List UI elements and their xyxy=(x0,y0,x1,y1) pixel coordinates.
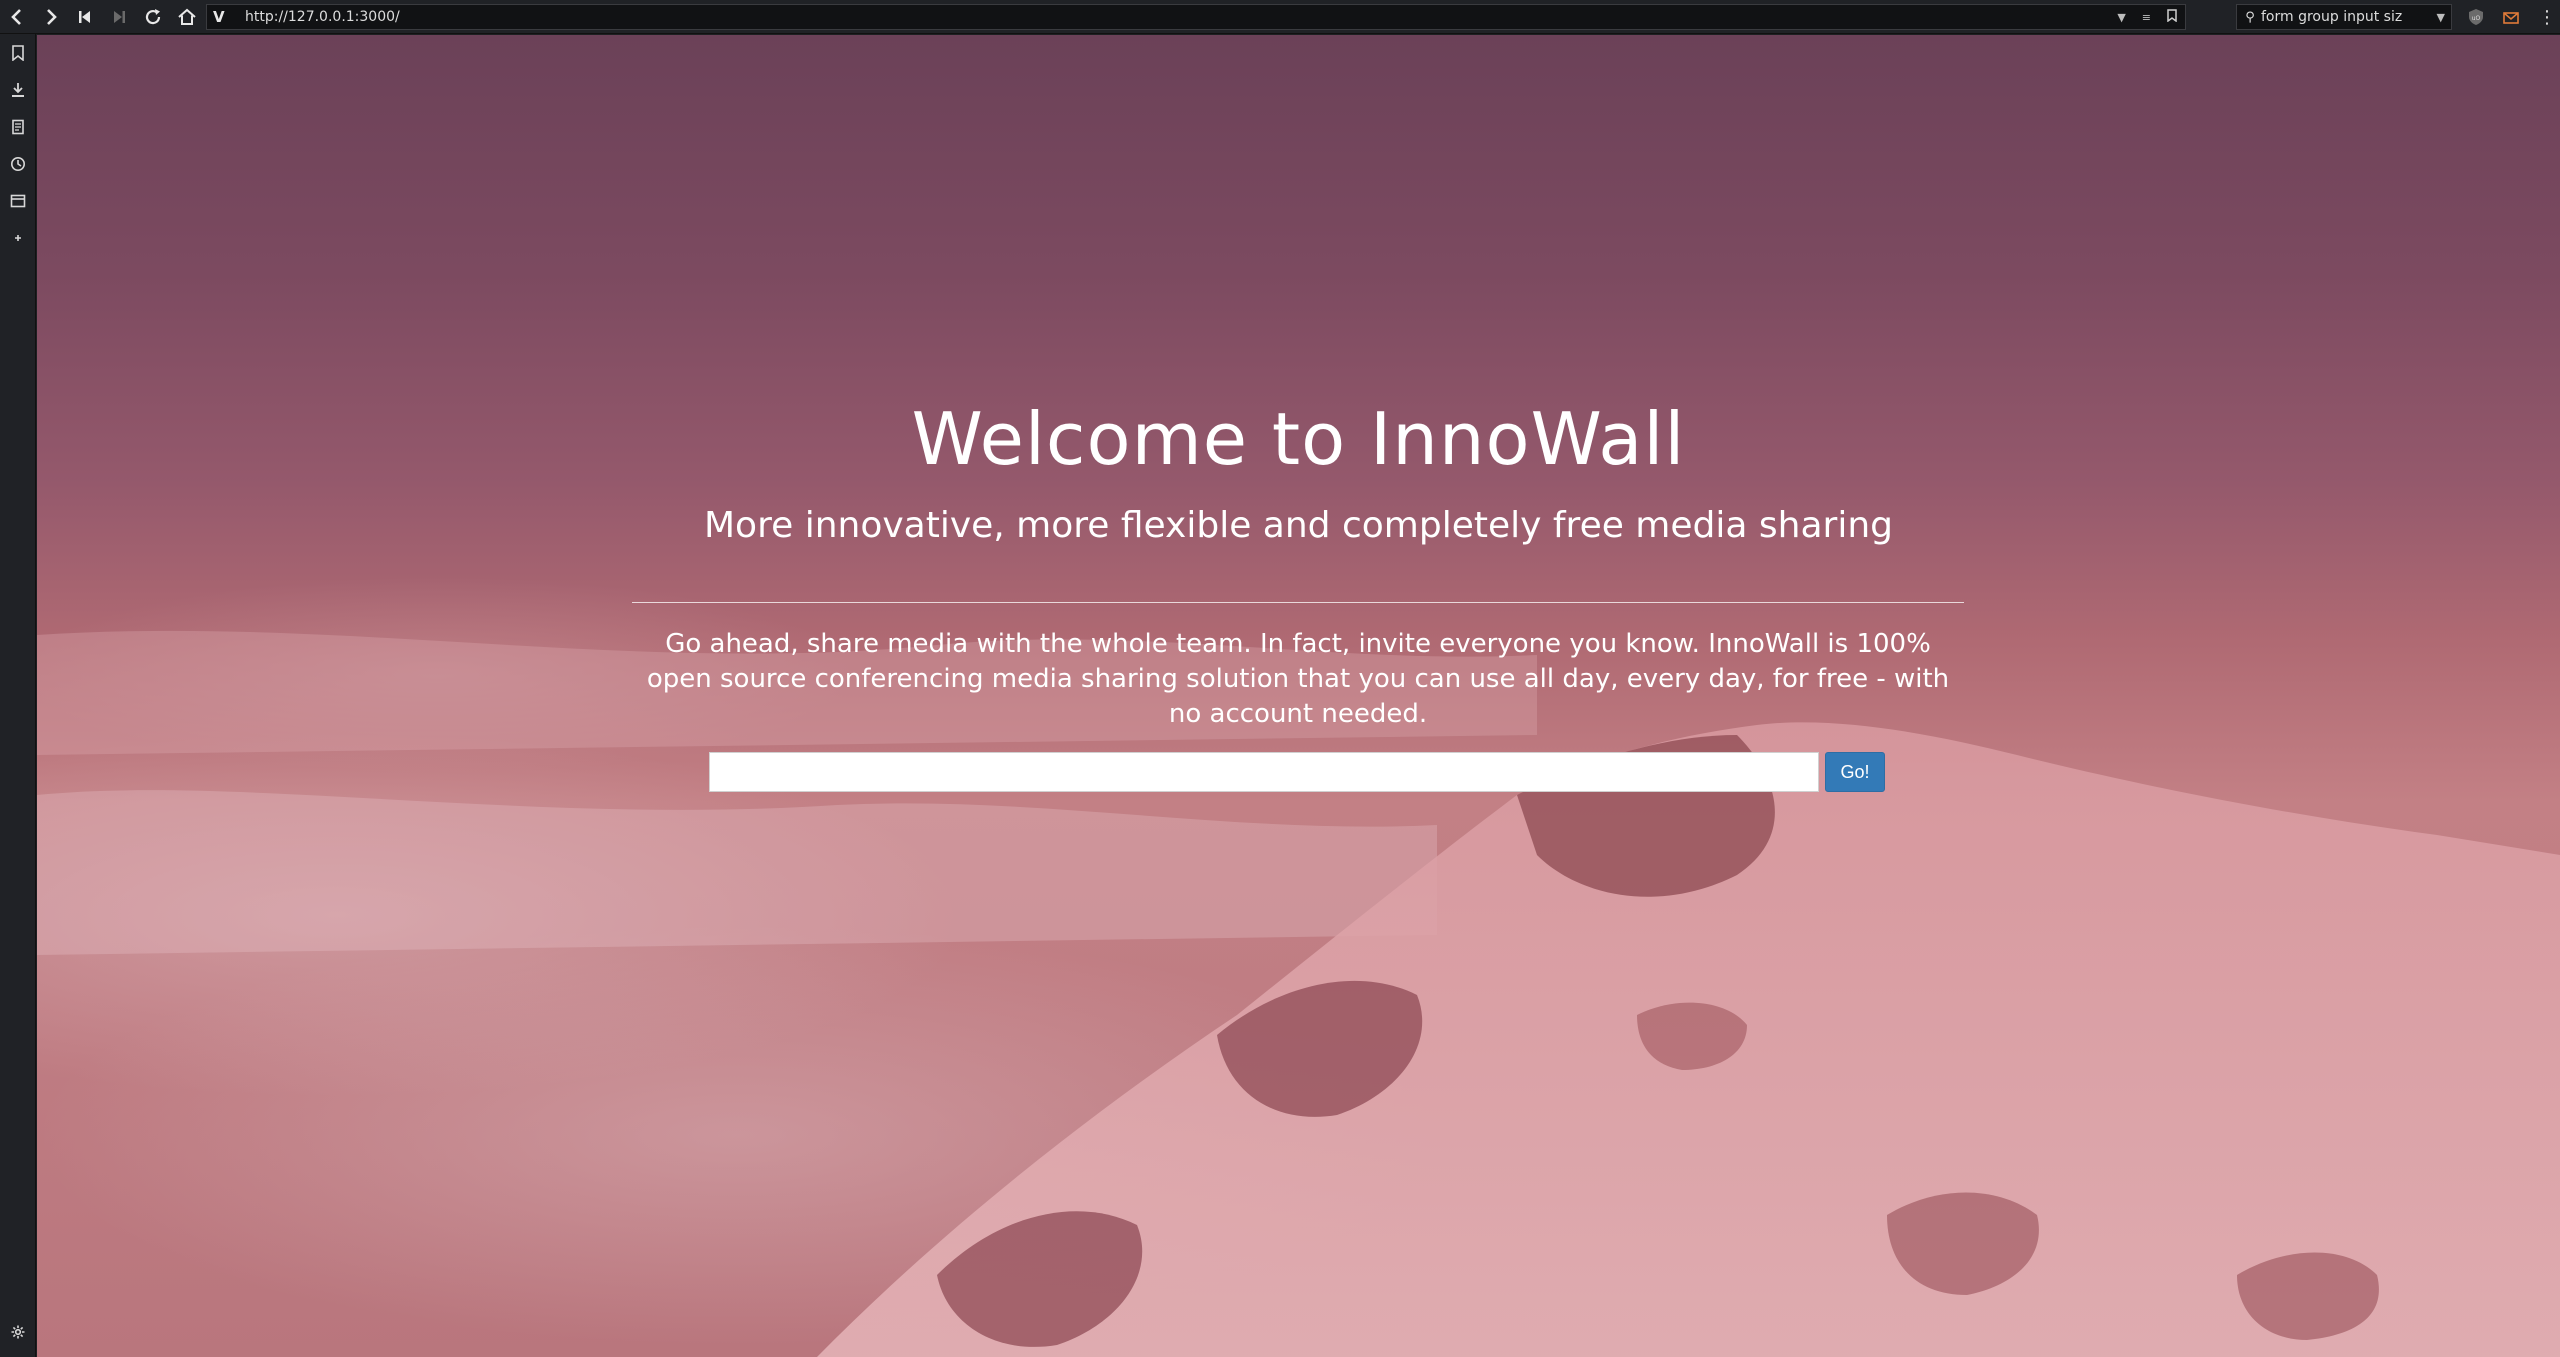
settings-icon[interactable] xyxy=(0,1318,36,1346)
history-icon[interactable] xyxy=(0,150,36,178)
home-button[interactable] xyxy=(170,0,204,34)
mail-icon[interactable] xyxy=(2500,6,2522,28)
forward-button[interactable] xyxy=(34,0,68,34)
url-text[interactable]: http://127.0.0.1:3000/ xyxy=(245,9,400,25)
chevron-down-icon[interactable]: ▼ xyxy=(2117,11,2125,24)
address-bar[interactable]: V http://127.0.0.1:3000/ ▼ ≡ xyxy=(206,4,2186,30)
join-room-form: Go! xyxy=(709,751,1885,793)
search-bar[interactable]: ⚲ form group input siz ▼ xyxy=(2236,4,2452,30)
browser-toolbar: V http://127.0.0.1:3000/ ▼ ≡ ⚲ form grou… xyxy=(0,0,2560,34)
page-viewport: Welcome to InnoWall More innovative, mor… xyxy=(37,35,2560,1357)
svg-text:uO: uO xyxy=(2472,15,2481,22)
divider xyxy=(632,602,1964,603)
page-title: Welcome to InnoWall xyxy=(911,397,1686,481)
notes-icon[interactable] xyxy=(0,113,36,141)
back-button[interactable] xyxy=(0,0,34,34)
reader-icon[interactable]: ≡ xyxy=(2142,11,2151,24)
go-button[interactable]: Go! xyxy=(1825,752,1885,792)
reload-icon xyxy=(145,8,161,24)
reload-button[interactable] xyxy=(136,0,170,34)
side-panel xyxy=(0,34,36,1357)
chevron-left-icon xyxy=(11,8,21,25)
chevron-right-icon xyxy=(47,8,57,25)
search-icon: ⚲ xyxy=(2245,9,2255,25)
address-bar-actions: ▼ ≡ xyxy=(2117,5,2177,29)
ublock-icon[interactable]: uO xyxy=(2465,6,2487,28)
search-text[interactable]: form group input siz xyxy=(2261,9,2421,25)
skip-forward-icon xyxy=(114,10,125,23)
vivaldi-logo: V xyxy=(213,8,225,26)
hero-description: Go ahead, share media with the whole tea… xyxy=(646,629,1950,729)
bookmarks-icon[interactable] xyxy=(0,39,36,67)
menu-dots-icon[interactable]: ⋮ xyxy=(2536,6,2558,28)
add-panel-icon[interactable] xyxy=(0,224,36,252)
hero-section: Welcome to InnoWall More innovative, mor… xyxy=(37,35,2560,1357)
rewind-button[interactable] xyxy=(68,0,102,34)
fast-forward-button[interactable] xyxy=(102,0,136,34)
page-subtitle: More innovative, more flexible and compl… xyxy=(704,505,1893,546)
chevron-down-icon[interactable]: ▼ xyxy=(2437,11,2445,24)
bookmark-icon[interactable] xyxy=(2167,9,2177,25)
home-icon xyxy=(178,8,196,25)
room-input[interactable] xyxy=(709,752,1819,792)
window-icon[interactable] xyxy=(0,187,36,215)
downloads-icon[interactable] xyxy=(0,76,36,104)
skip-back-icon xyxy=(79,10,90,23)
